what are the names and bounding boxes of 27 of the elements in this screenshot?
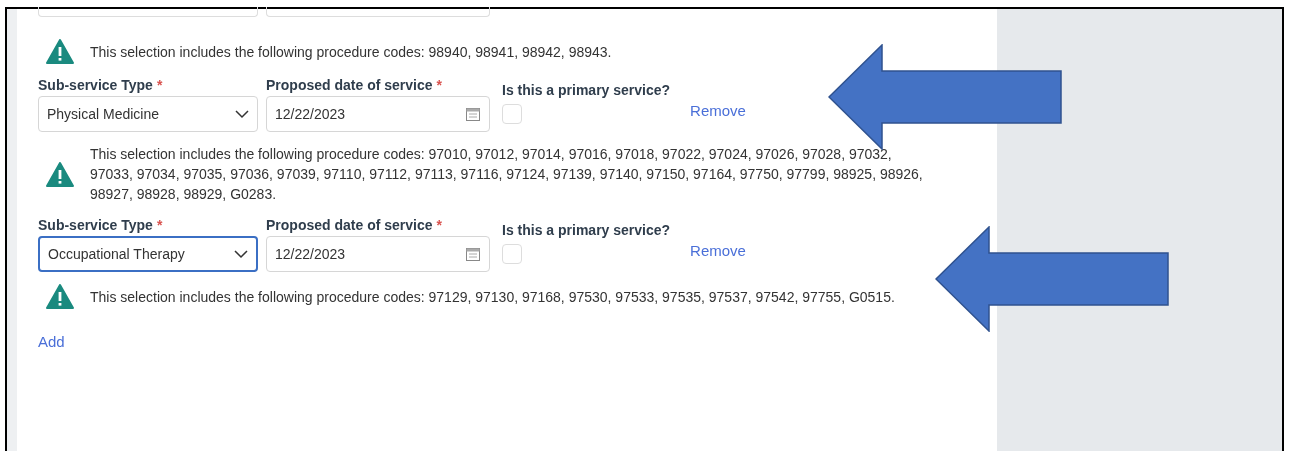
remove-link[interactable]: Remove <box>690 240 746 263</box>
field-label: Is this a primary service? <box>502 221 671 240</box>
sub-service-dropdown[interactable]: Occupational Therapy <box>38 236 258 272</box>
date-field[interactable]: 12/22/2023 <box>266 96 490 132</box>
warning-icon <box>46 284 74 309</box>
remove-link[interactable]: Remove <box>690 100 746 123</box>
input-field[interactable] <box>266 7 490 17</box>
input-field[interactable] <box>38 7 258 17</box>
chevron-down-icon <box>235 109 249 119</box>
primary-service-checkbox[interactable] <box>502 104 522 124</box>
add-link[interactable]: Add <box>38 331 65 354</box>
warning-icon <box>46 161 74 187</box>
sub-service-dropdown[interactable]: Physical Medicine <box>38 96 258 132</box>
procedure-codes-notice: This selection includes the following procedure codes: 97010, 97012, 97014, 97016, 97018, 97022, 97024, 97026, 97028, 97032, 97033, 97034, 97035, 97036, 97039, 97110, 97112, 97113, 97116, 97124, 97139, 97140, 97150, 97164, 97750, 97799, 98925, 98926, 98927, 98928, 98929, G0283. <box>90 145 924 204</box>
calendar-icon[interactable] <box>465 106 481 122</box>
field-label: Is this a primary service? <box>502 81 671 100</box>
warning-icon <box>46 39 74 64</box>
field-label: Proposed date of service * <box>266 76 443 95</box>
field-label: Sub-service Type * <box>38 76 164 95</box>
primary-service-checkbox[interactable] <box>502 244 522 264</box>
procedure-codes-notice: This selection includes the following procedure codes: 98940, 98941, 98942, 98943. <box>90 42 612 62</box>
date-field[interactable]: 12/22/2023 <box>266 236 490 272</box>
chevron-down-icon <box>234 249 248 259</box>
field-label: Proposed date of service * <box>266 216 443 235</box>
calendar-icon[interactable] <box>465 246 481 262</box>
procedure-codes-notice: This selection includes the following procedure codes: 97129, 97130, 97168, 97530, 97533, 97535, 97537, 97542, 97755, G0515. <box>90 287 895 307</box>
field-label: Sub-service Type * <box>38 216 164 235</box>
